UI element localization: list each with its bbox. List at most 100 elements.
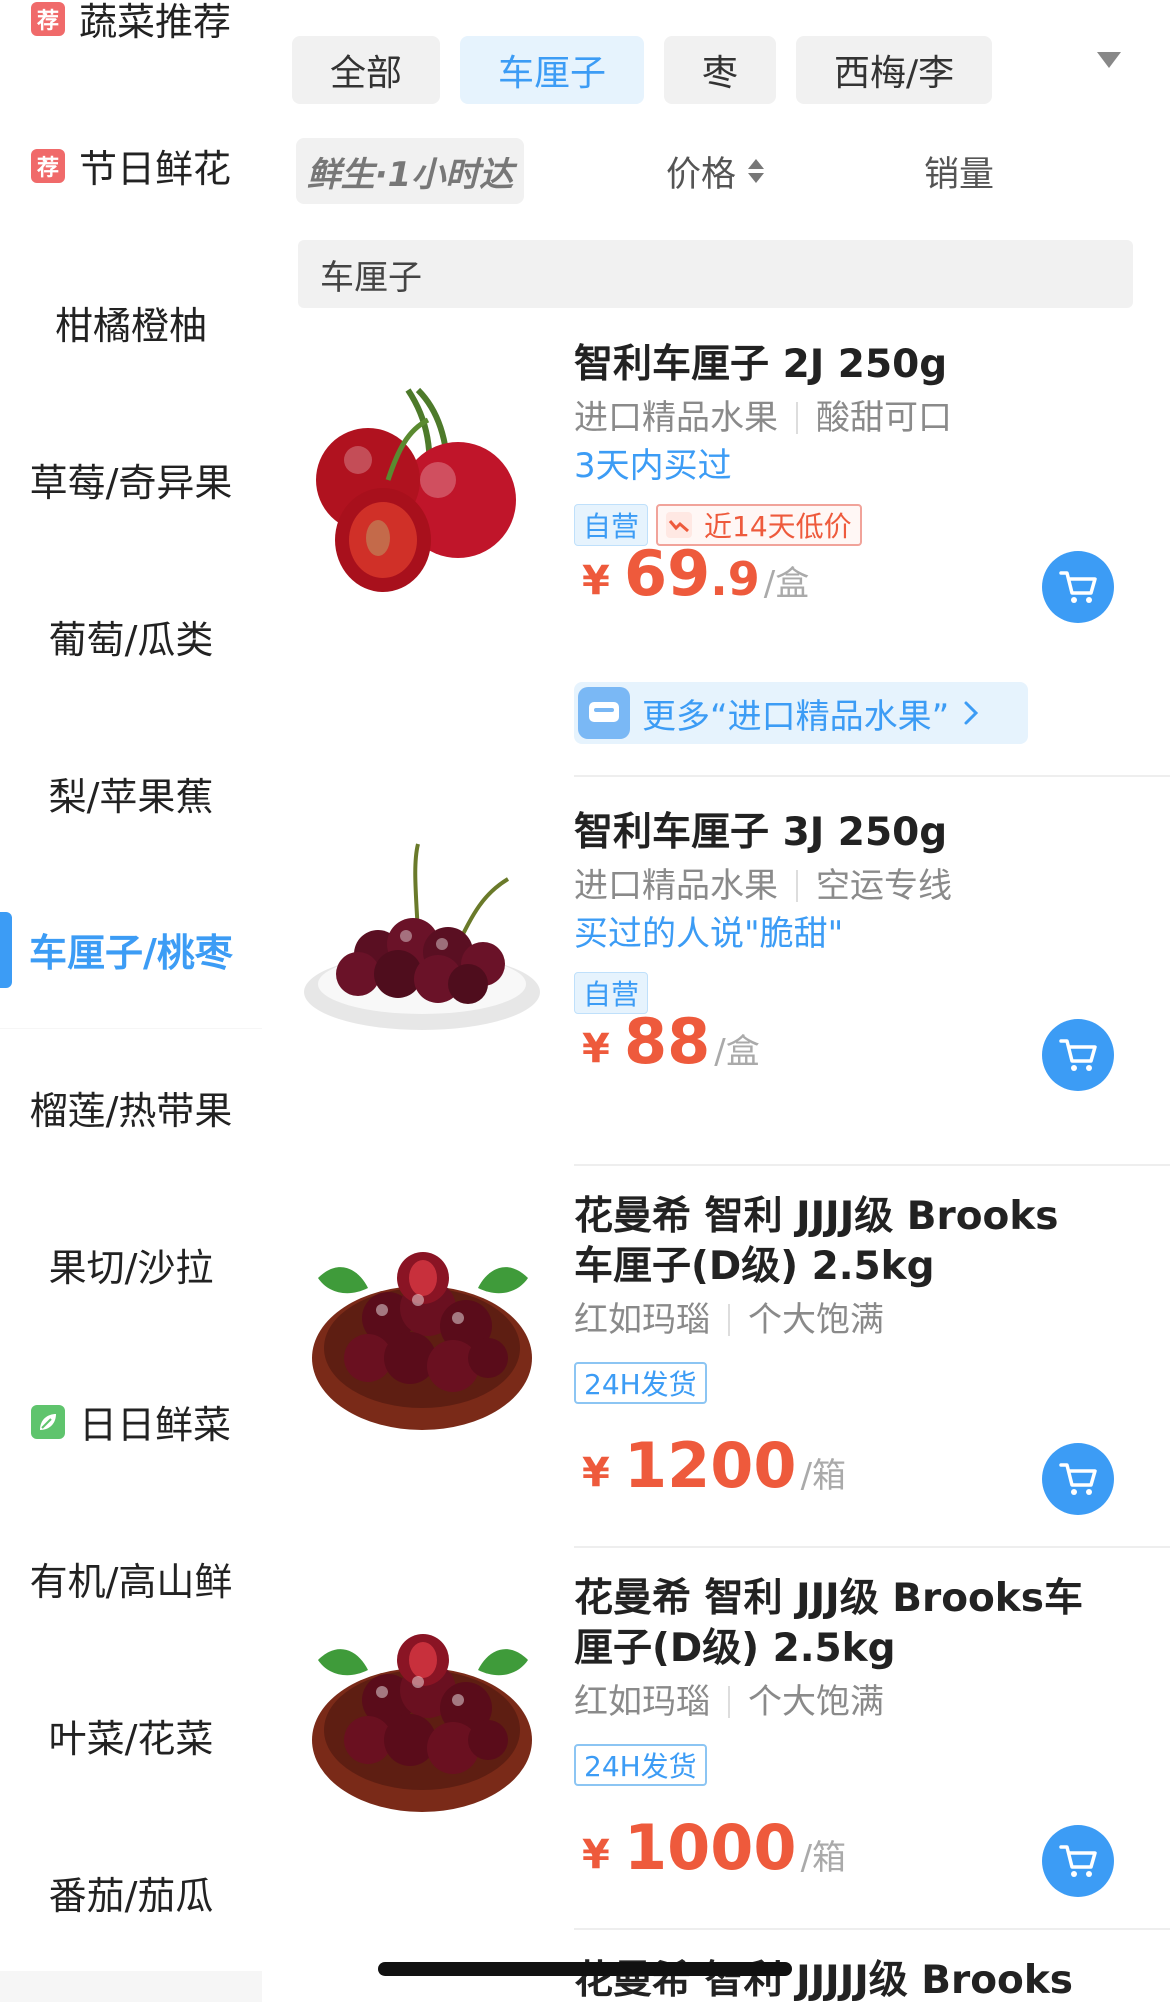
product-tag: 红如玛瑙 bbox=[574, 1300, 710, 1340]
separator bbox=[796, 402, 798, 434]
badge-row: 24H发货 bbox=[574, 1744, 1134, 1786]
product-tag: 进口精品水果 bbox=[574, 398, 778, 438]
product-tag: 进口精品水果 bbox=[574, 866, 778, 906]
sidebar-item-cherry-active[interactable]: 车厘子/桃枣 bbox=[0, 871, 262, 1028]
product-price: 1000/箱 bbox=[624, 1811, 846, 1884]
purchase-hint: 3天内买过 bbox=[574, 446, 732, 486]
more-imported-fruit-link[interactable]: 更多“进口精品水果” bbox=[574, 682, 1028, 744]
price-integer: 1200 bbox=[624, 1429, 797, 1502]
sidebar-item-label: 草莓/奇异果 bbox=[29, 461, 233, 505]
product-info: 智利车厘子 2J 250g 进口精品水果 酸甜可口 3天内买过 自营 近14天低… bbox=[574, 340, 1134, 546]
divider bbox=[574, 1164, 1170, 1166]
delivery-van-icon bbox=[578, 687, 630, 739]
expand-chips-button[interactable] bbox=[1048, 0, 1170, 120]
product-tag: 酸甜可口 bbox=[816, 398, 952, 438]
sidebar-item-grape-melon[interactable]: 葡萄/瓜类 bbox=[0, 558, 262, 715]
product-title: 智利车厘子 3J 250g bbox=[574, 810, 948, 855]
chip-all[interactable]: 全部 bbox=[292, 36, 441, 104]
triangle-down-icon bbox=[1097, 52, 1121, 68]
price-integer: 88 bbox=[624, 1005, 711, 1078]
sidebar-item-daily-vegetables[interactable]: 日日鲜菜 bbox=[0, 1343, 262, 1500]
product-subtitle: 红如玛瑙 个大饱满 bbox=[574, 1678, 1134, 1726]
price-integer: 69 bbox=[624, 537, 711, 610]
sidebar-item-fruit-salad[interactable]: 果切/沙拉 bbox=[0, 1186, 262, 1343]
app-root: 荐 蔬菜推荐 荐 节日鲜花 柑橘橙柚 草莓/奇异果 葡萄/瓜类 梨/苹果蕉 车厘… bbox=[0, 0, 1170, 2002]
sort-by-sales[interactable]: 销量 bbox=[924, 138, 994, 204]
cherry-plate-image bbox=[304, 843, 540, 1030]
category-sidebar: 荐 蔬菜推荐 荐 节日鲜花 柑橘橙柚 草莓/奇异果 葡萄/瓜类 梨/苹果蕉 车厘… bbox=[0, 0, 262, 2002]
product-card[interactable]: 智利车厘子 2J 250g 进口精品水果 酸甜可口 3天内买过 自营 近14天低… bbox=[298, 340, 1170, 780]
sidebar-item-organic[interactable]: 有机/高山鲜 bbox=[0, 1500, 262, 1657]
sidebar-item-label: 葡萄/瓜类 bbox=[48, 618, 214, 662]
product-title-line: 花曼希 智利 JJJ级 Brooks车 bbox=[574, 1576, 1083, 1621]
product-info: 花曼希 智利 JJJJ级 Brooks 车厘子(D级) 2.5kg 红如玛瑙 个… bbox=[574, 1192, 1134, 1404]
product-subtitle: 进口精品水果 空运专线 bbox=[574, 862, 1134, 910]
sidebar-item-label: 番茄/茄瓜 bbox=[48, 1874, 214, 1918]
add-to-cart-button[interactable] bbox=[1042, 1019, 1114, 1091]
product-card[interactable]: 智利车厘子 3J 250g 进口精品水果 空运专线 买过的人说"脆甜" 自营 ¥… bbox=[298, 808, 1170, 1168]
sidebar-item-tomato[interactable]: 番茄/茄瓜 bbox=[0, 1814, 262, 1971]
sidebar-item-leafy[interactable]: 叶菜/花菜 bbox=[0, 1657, 262, 1814]
add-to-cart-button[interactable] bbox=[1042, 551, 1114, 623]
home-indicator[interactable] bbox=[378, 1962, 792, 1976]
sidebar-item-holiday-flowers[interactable]: 荐 节日鲜花 bbox=[0, 87, 262, 244]
add-to-cart-button[interactable] bbox=[1042, 1825, 1114, 1897]
cart-icon bbox=[1059, 571, 1097, 603]
review-hint: 买过的人说"脆甜" bbox=[574, 914, 844, 954]
price-unit: /箱 bbox=[800, 1838, 847, 1878]
price-decimal: .9 bbox=[710, 552, 760, 606]
sidebar-item-strawberry[interactable]: 草莓/奇异果 bbox=[0, 401, 262, 558]
separator bbox=[728, 1686, 730, 1718]
sort-arrows-icon bbox=[748, 159, 765, 183]
sidebar-item-label: 蔬菜推荐 bbox=[78, 0, 231, 44]
sidebar-item-label: 车厘子/桃枣 bbox=[29, 931, 233, 975]
chip-cherry[interactable]: 车厘子 bbox=[460, 36, 645, 104]
chip-jujube[interactable]: 枣 bbox=[664, 36, 777, 104]
divider bbox=[574, 1546, 1170, 1548]
divider bbox=[574, 775, 1170, 777]
price-integer: 1000 bbox=[624, 1811, 797, 1884]
product-subtitle: 红如玛瑙 个大饱满 bbox=[574, 1296, 1134, 1344]
product-card[interactable]: 花曼希 智利 JJJ级 Brooks车 厘子(D级) 2.5kg 红如玛瑙 个大… bbox=[298, 1574, 1170, 1934]
sidebar-item-pear-apple[interactable]: 梨/苹果蕉 bbox=[0, 715, 262, 871]
shipping-24h-badge: 24H发货 bbox=[574, 1362, 707, 1404]
currency-symbol: ¥ bbox=[582, 1832, 610, 1878]
cart-icon bbox=[1059, 1039, 1097, 1071]
product-subtitle: 进口精品水果 酸甜可口 bbox=[574, 394, 1134, 442]
cart-icon bbox=[1059, 1845, 1097, 1877]
product-title: 花曼希 智利 JJJ级 Brooks车 厘子(D级) 2.5kg bbox=[574, 1574, 1134, 1674]
product-price: 88/盒 bbox=[624, 1005, 760, 1078]
product-title-line: 花曼希 智利 JJJJ级 Brooks bbox=[574, 1194, 1059, 1239]
product-tag: 个大饱满 bbox=[748, 1682, 884, 1722]
product-title: 花曼希 智利 JJJJ级 Brooks 车厘子(D级) 2.5kg bbox=[574, 1192, 1134, 1292]
currency-symbol: ¥ bbox=[582, 1450, 610, 1496]
more-link-label: 更多“进口精品水果” bbox=[642, 696, 950, 737]
product-card[interactable]: 花曼希 智利 JJJJ级 Brooks 车厘子(D级) 2.5kg 红如玛瑙 个… bbox=[298, 1192, 1170, 1552]
sort-bar: 鲜生·1小时达 价格 销量 bbox=[296, 138, 1136, 204]
cherry-bowl-image bbox=[312, 1634, 532, 1812]
section-header: 车厘子 bbox=[298, 240, 1133, 308]
currency-symbol: ¥ bbox=[582, 558, 610, 604]
sidebar-item-vegetable-recommend[interactable]: 荐 蔬菜推荐 bbox=[0, 0, 262, 97]
product-info: 智利车厘子 3J 250g 进口精品水果 空运专线 买过的人说"脆甜" 自营 bbox=[574, 808, 1134, 1014]
one-hour-delivery-filter[interactable]: 鲜生·1小时达 bbox=[296, 138, 524, 204]
sidebar-item-label: 叶菜/花菜 bbox=[48, 1717, 214, 1761]
chip-prune-plum[interactable]: 西梅/李 bbox=[796, 36, 993, 104]
recommend-badge: 荐 bbox=[30, 148, 65, 183]
recommend-badge: 荐 bbox=[30, 1, 65, 36]
sidebar-item-label: 日日鲜菜 bbox=[78, 1403, 231, 1447]
currency-symbol: ¥ bbox=[582, 1026, 610, 1072]
leaf-icon bbox=[30, 1404, 65, 1439]
chevron-right-icon bbox=[964, 701, 979, 725]
sidebar-item-citrus[interactable]: 柑橘橙柚 bbox=[0, 244, 262, 401]
product-price: 69.9/盒 bbox=[624, 537, 809, 610]
badge-row: 24H发货 bbox=[574, 1362, 1134, 1404]
product-price: 1200/箱 bbox=[624, 1429, 846, 1502]
sort-by-price[interactable]: 价格 bbox=[666, 138, 765, 204]
sidebar-item-label: 梨/苹果蕉 bbox=[48, 774, 214, 819]
sidebar-item-label: 节日鲜花 bbox=[78, 147, 231, 191]
sidebar-item-durian[interactable]: 榴莲/热带果 bbox=[0, 1029, 262, 1186]
price-unit: /盒 bbox=[714, 1032, 760, 1072]
separator bbox=[728, 1304, 730, 1336]
add-to-cart-button[interactable] bbox=[1042, 1443, 1114, 1515]
